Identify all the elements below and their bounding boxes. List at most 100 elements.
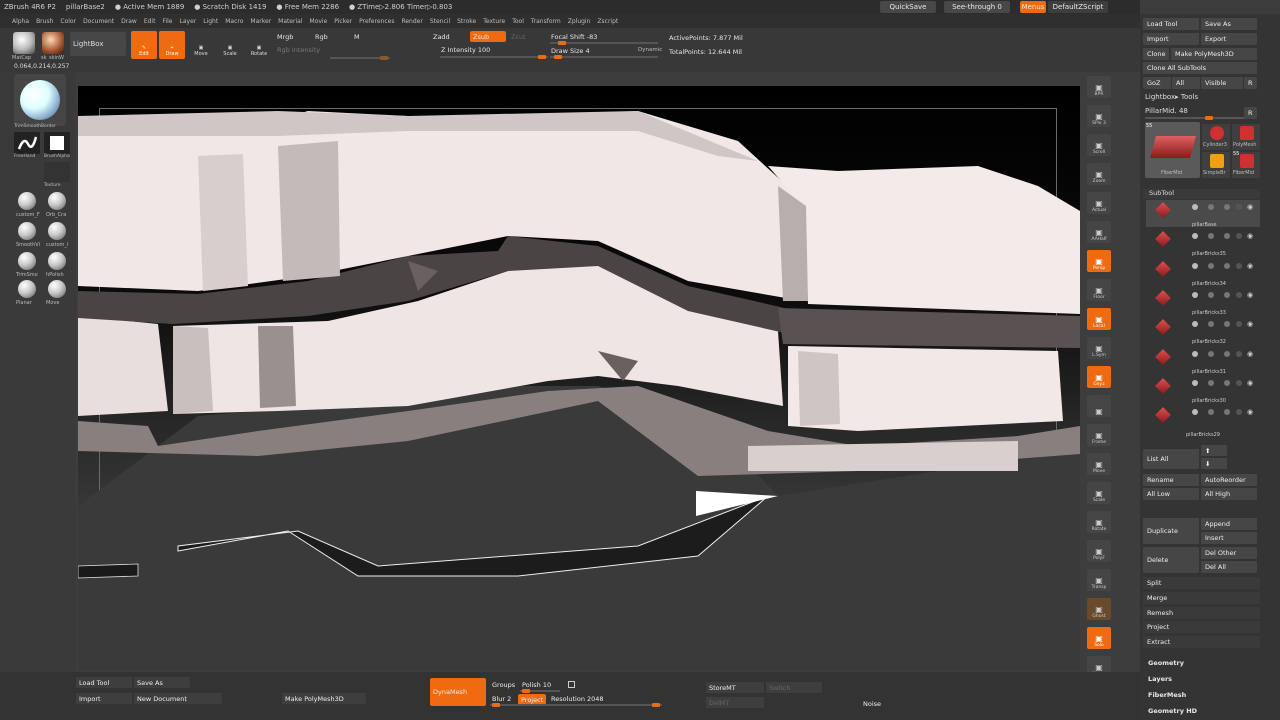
subtool-row[interactable]: ◉ pillarBricks32 — [1146, 317, 1260, 345]
eye-icon[interactable]: ◉ — [1247, 408, 1253, 416]
scale-button[interactable]: ▣ Scale — [217, 31, 243, 59]
del-all-button[interactable]: Del All — [1201, 561, 1257, 573]
menu-item-file[interactable]: File — [162, 18, 172, 25]
lightbox-tools-label[interactable]: Lightbox▸ Tools — [1145, 93, 1198, 101]
clone-button[interactable]: Clone — [1143, 48, 1169, 60]
dynamic-button[interactable]: Dynamic — [638, 47, 662, 53]
menu-item-material[interactable]: Material — [278, 18, 302, 25]
rtool-local-button[interactable]: ▣ Local — [1087, 308, 1111, 330]
rtool-spix-3-button[interactable]: ▣ SPix 3 — [1087, 105, 1111, 127]
del-other-button[interactable]: Del Other — [1201, 547, 1257, 559]
dynamesh-button[interactable]: DynaMesh — [430, 678, 486, 706]
draw-size-track[interactable] — [550, 55, 658, 59]
clone-all-subtools-button[interactable]: Clone All SubTools — [1143, 62, 1257, 74]
bottom-make-polymesh-button[interactable]: Make PolyMesh3D — [282, 693, 366, 704]
rtool-l-sym-button[interactable]: ▣ L.Sym — [1087, 337, 1111, 359]
eye-icon[interactable]: ◉ — [1247, 291, 1253, 299]
autoreorder-button[interactable]: AutoReorder — [1201, 474, 1257, 486]
move-button[interactable]: ▣ Move — [188, 31, 214, 59]
draw-button[interactable]: ⌖ Draw — [159, 31, 185, 59]
subtool-toggle-icon[interactable] — [1208, 350, 1214, 357]
default-zscript-button[interactable]: DefaultZScript — [1048, 1, 1108, 13]
menus-button[interactable]: Menus — [1020, 1, 1046, 13]
bottom-save-as-button[interactable]: Save As — [134, 677, 190, 688]
insert-button[interactable]: Insert — [1201, 532, 1257, 544]
subtool-brush-icon[interactable] — [1192, 204, 1198, 210]
subtool-toggle-icon[interactable] — [1208, 262, 1214, 269]
remesh-section[interactable]: Remesh — [1143, 607, 1260, 619]
edit-button[interactable]: ✎ Edit — [131, 31, 157, 59]
menu-item-tool[interactable]: Tool — [512, 18, 524, 25]
move-up-button[interactable]: ⬆ — [1201, 445, 1227, 456]
subtool-brush-icon[interactable] — [1192, 409, 1198, 416]
subtool-toggle-icon[interactable] — [1224, 233, 1230, 240]
rtool-solo-button[interactable]: ▣ Solo — [1087, 627, 1111, 649]
eye-icon[interactable]: ◉ — [1247, 262, 1253, 270]
menu-item-brush[interactable]: Brush — [36, 18, 53, 25]
storemt-button[interactable]: StoreMT — [706, 682, 764, 693]
delmt-button[interactable]: DelMT — [706, 697, 764, 708]
eye-icon[interactable]: ◉ — [1247, 232, 1253, 240]
matcap-3-icon[interactable] — [18, 222, 36, 240]
goz-button[interactable]: GoZ — [1143, 77, 1171, 89]
z-intensity-thumb[interactable] — [538, 55, 546, 59]
subtool-toggle-icon[interactable] — [1224, 291, 1230, 298]
rtool-transp-button[interactable]: ▣ Transp — [1087, 569, 1111, 591]
matcap-material-icon[interactable] — [13, 32, 35, 54]
subtool-toggle-icon[interactable] — [1236, 204, 1242, 210]
z-intensity-track[interactable] — [440, 55, 548, 59]
subtool-toggle-icon[interactable] — [1208, 204, 1214, 210]
resolution-thumb[interactable] — [652, 703, 660, 707]
menu-item-render[interactable]: Render — [401, 18, 422, 25]
eye-icon[interactable]: ◉ — [1247, 203, 1253, 211]
texture-button[interactable] — [44, 162, 70, 182]
subtool-brush-icon[interactable] — [1192, 321, 1198, 328]
subtool-brush-icon[interactable] — [1192, 291, 1198, 298]
subtool-row[interactable]: ◉ pillarBricks31 — [1146, 347, 1260, 375]
matcap-2-icon[interactable] — [48, 192, 66, 210]
zsub-button[interactable]: Zsub — [470, 31, 506, 42]
eye-icon[interactable]: ◉ — [1247, 320, 1253, 328]
menu-item-picker[interactable]: Picker — [334, 18, 352, 25]
rtool-aahalf-button[interactable]: ▣ AAHalf — [1087, 221, 1111, 243]
subtool-toggle-icon[interactable] — [1224, 321, 1230, 328]
split-section[interactable]: Split — [1143, 577, 1260, 589]
rtool-ghost-button[interactable]: ▣ Ghost — [1087, 598, 1111, 620]
m-button[interactable]: M — [351, 31, 371, 42]
matcap-5-icon[interactable] — [18, 252, 36, 270]
move-down-button[interactable]: ⬇ — [1201, 458, 1227, 469]
draw-size-thumb[interactable] — [554, 55, 562, 59]
subtool-toggle-icon[interactable] — [1208, 233, 1214, 240]
switch-button[interactable]: Switch — [766, 682, 822, 693]
menu-item-draw[interactable]: Draw — [121, 18, 137, 25]
rtool-polyf-button[interactable]: ▣ PolyF — [1087, 540, 1111, 562]
import-button[interactable]: Import — [1143, 33, 1199, 45]
subtool-toggle-icon[interactable] — [1224, 379, 1230, 386]
subtool-toggle-icon[interactable] — [1236, 350, 1242, 357]
subtool-row[interactable]: ◉ pillarBricks29 — [1146, 405, 1260, 438]
subtool-toggle-icon[interactable] — [1236, 291, 1242, 298]
focal-shift-track[interactable] — [550, 41, 658, 45]
rgb-intensity-thumb[interactable] — [380, 56, 388, 60]
all-low-button[interactable]: All Low — [1143, 488, 1199, 500]
tool-slider[interactable] — [1145, 116, 1245, 120]
matcap-6-icon[interactable] — [48, 252, 66, 270]
polish-track[interactable] — [520, 689, 560, 693]
subtool-toggle-icon[interactable] — [1224, 409, 1230, 416]
append-button[interactable]: Append — [1201, 518, 1257, 530]
goz-all-button[interactable]: All — [1172, 77, 1200, 89]
subtool-row[interactable]: ◉ pillarBricks34 — [1146, 259, 1260, 287]
extract-section[interactable]: Extract — [1143, 636, 1260, 648]
list-all-button[interactable]: List All — [1143, 449, 1199, 469]
project-section[interactable]: Project — [1143, 621, 1260, 633]
subtool-toggle-icon[interactable] — [1236, 262, 1242, 269]
subtool-toggle-icon[interactable] — [1208, 321, 1214, 328]
rgb-intensity-slider[interactable]: Rgb Intensity — [274, 44, 389, 55]
rtool-gxyz-button[interactable]: ▣ Gxyz — [1087, 366, 1111, 388]
noise-button[interactable]: Noise — [860, 698, 900, 709]
goz-r-button[interactable]: R — [1244, 77, 1257, 89]
export-button[interactable]: Export — [1201, 33, 1257, 45]
subtool-row[interactable]: ◉ pillarBricks35 — [1146, 229, 1260, 257]
zadd-button[interactable]: Zadd — [430, 31, 466, 42]
rtool-floor-button[interactable]: ▣ Floor — [1087, 279, 1111, 301]
